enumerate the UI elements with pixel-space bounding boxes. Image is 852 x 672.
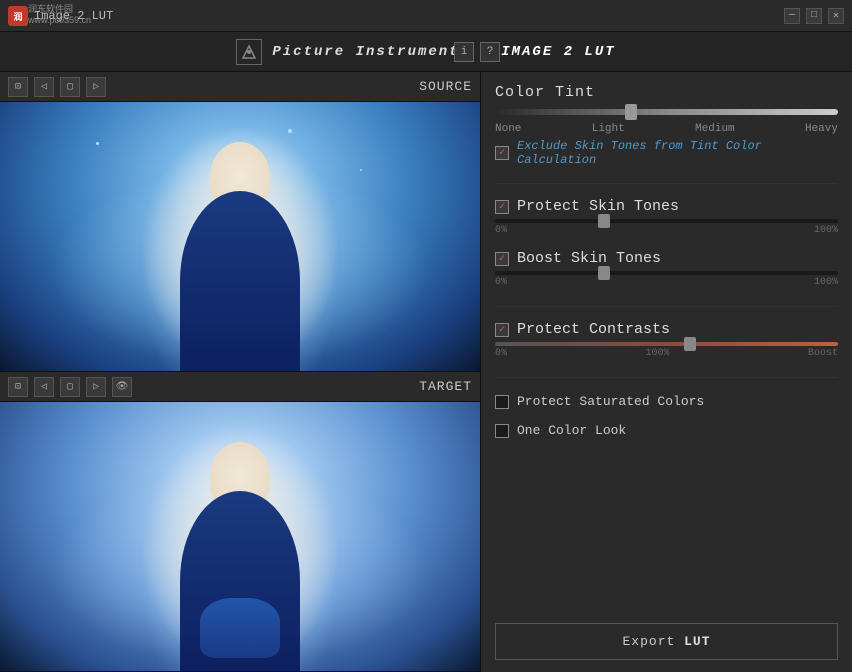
left-panel: ⊡ ◁ ▢ ▷ SOURCE xyxy=(0,72,480,672)
boost-skin-section: Boost Skin Tones 0% 100% xyxy=(495,250,838,292)
exclude-skin-row: Exclude Skin Tones from Tint Color Calcu… xyxy=(495,139,838,167)
source-save-btn[interactable]: ⊡ xyxy=(8,77,28,97)
one-color-checkbox[interactable] xyxy=(495,424,509,438)
protect-saturated-checkbox[interactable] xyxy=(495,395,509,409)
sparkle xyxy=(96,142,99,145)
target-toolbar: ⊡ ◁ ▢ ▷ 👁 TARGET xyxy=(0,372,480,402)
help-btn[interactable]: ? xyxy=(480,42,500,62)
protect-contrasts-min: 0% xyxy=(495,348,507,359)
header-bar: Picture Instruments – IMAGE 2 LUT i ? xyxy=(0,32,852,72)
source-folder-btn[interactable]: ▢ xyxy=(60,77,80,97)
source-section: ⊡ ◁ ▢ ▷ SOURCE xyxy=(0,72,480,372)
tint-labels: None Light Medium Heavy xyxy=(495,123,838,135)
target-eye-btn[interactable]: 👁 xyxy=(112,377,132,397)
main-layout: ⊡ ◁ ▢ ▷ SOURCE xyxy=(0,72,852,672)
boost-skin-thumb[interactable] xyxy=(598,266,610,280)
info-btn[interactable]: i xyxy=(454,42,474,62)
boost-skin-row: Boost Skin Tones xyxy=(495,250,838,267)
sparkle xyxy=(288,129,292,133)
protect-contrasts-mid: 100% xyxy=(645,348,669,359)
protect-contrasts-labels: 0% 100% Boost xyxy=(495,348,838,359)
exclude-skin-label: Exclude Skin Tones from Tint Color Calcu… xyxy=(517,139,838,167)
protect-skin-max: 100% xyxy=(814,225,838,236)
divider-2 xyxy=(495,306,838,307)
source-label: SOURCE xyxy=(419,79,472,94)
source-prev-btn[interactable]: ◁ xyxy=(34,77,54,97)
protect-skin-slider-container: 0% 100% xyxy=(495,219,838,236)
color-tint-title: Color Tint xyxy=(495,84,838,101)
spacer xyxy=(495,450,838,613)
protect-contrasts-slider-container: 0% 100% Boost xyxy=(495,342,838,359)
protect-saturated-section: Protect Saturated Colors xyxy=(495,392,838,411)
protect-skin-row: Protect Skin Tones xyxy=(495,198,838,215)
boost-skin-label: Boost Skin Tones xyxy=(517,250,661,267)
window-controls[interactable]: — □ ✕ xyxy=(784,8,844,24)
app-icon: 润 xyxy=(8,6,28,26)
close-btn[interactable]: ✕ xyxy=(828,8,844,24)
tint-label-medium: Medium xyxy=(695,123,735,135)
source-next-btn[interactable]: ▷ xyxy=(86,77,106,97)
export-lut-button[interactable]: Export LUT xyxy=(495,623,838,660)
protect-skin-section: Protect Skin Tones 0% 100% xyxy=(495,198,838,240)
protect-skin-label: Protect Skin Tones xyxy=(517,198,679,215)
maximize-btn[interactable]: □ xyxy=(806,8,822,24)
protect-skin-labels: 0% 100% xyxy=(495,225,838,236)
one-color-row: One Color Look xyxy=(495,423,838,438)
source-image xyxy=(0,102,480,371)
tint-label-none: None xyxy=(495,123,521,135)
color-tint-section: Color Tint None Light Medium Heavy Exclu… xyxy=(495,84,838,169)
protect-skin-min: 0% xyxy=(495,225,507,236)
target-section: ⊡ ◁ ▢ ▷ 👁 TARGET xyxy=(0,372,480,672)
protect-contrasts-thumb[interactable] xyxy=(684,337,696,351)
source-image-frame xyxy=(0,102,480,371)
target-next-btn[interactable]: ▷ xyxy=(86,377,106,397)
char-body xyxy=(180,191,300,371)
color-tint-slider[interactable] xyxy=(495,109,838,115)
protect-contrasts-max: Boost xyxy=(808,348,838,359)
export-suffix: LUT xyxy=(684,634,710,649)
divider-1 xyxy=(495,183,838,184)
target-folder-btn[interactable]: ▢ xyxy=(60,377,80,397)
protect-saturated-label: Protect Saturated Colors xyxy=(517,394,704,409)
protect-skin-thumb[interactable] xyxy=(598,214,610,228)
protect-contrasts-label: Protect Contrasts xyxy=(517,321,670,338)
protect-skin-checkbox[interactable] xyxy=(495,200,509,214)
protect-contrasts-section: Protect Contrasts 0% 100% Boost xyxy=(495,321,838,363)
target-image-frame xyxy=(0,402,480,671)
export-prefix: Export xyxy=(622,634,684,649)
header-title: Picture Instruments – IMAGE 2 LUT xyxy=(272,44,615,60)
protect-contrasts-checkbox[interactable] xyxy=(495,323,509,337)
boost-skin-checkbox[interactable] xyxy=(495,252,509,266)
dress-accent xyxy=(200,598,280,658)
svg-text:润: 润 xyxy=(13,11,22,23)
protect-saturated-row: Protect Saturated Colors xyxy=(495,394,838,409)
boost-skin-slider-container: 0% 100% xyxy=(495,271,838,288)
target-prev-btn[interactable]: ◁ xyxy=(34,377,54,397)
boost-skin-slider-track xyxy=(495,271,838,275)
header-logo-icon xyxy=(236,39,262,65)
title-bar: 润 Image 2 LUT 润东软件园www.pc0359.cn — □ ✕ xyxy=(0,0,852,32)
one-color-label: One Color Look xyxy=(517,423,626,438)
minimize-btn[interactable]: — xyxy=(784,8,800,24)
one-color-section: One Color Look xyxy=(495,421,838,440)
target-image xyxy=(0,402,480,671)
protect-contrasts-slider-track xyxy=(495,342,838,346)
boost-skin-max: 100% xyxy=(814,277,838,288)
tint-label-heavy: Heavy xyxy=(805,123,838,135)
watermark: 润东软件园www.pc0359.cn xyxy=(28,2,91,25)
boost-skin-labels: 0% 100% xyxy=(495,277,838,288)
target-save-btn[interactable]: ⊡ xyxy=(8,377,28,397)
source-toolbar: ⊡ ◁ ▢ ▷ SOURCE xyxy=(0,72,480,102)
color-tint-thumb[interactable] xyxy=(625,104,637,120)
divider-3 xyxy=(495,377,838,378)
right-panel: Color Tint None Light Medium Heavy Exclu… xyxy=(480,72,852,672)
target-label: TARGET xyxy=(419,379,472,394)
boost-skin-min: 0% xyxy=(495,277,507,288)
exclude-skin-checkbox[interactable] xyxy=(495,146,509,160)
protect-skin-slider-track xyxy=(495,219,838,223)
protect-contrasts-row: Protect Contrasts xyxy=(495,321,838,338)
tint-label-light: Light xyxy=(592,123,625,135)
